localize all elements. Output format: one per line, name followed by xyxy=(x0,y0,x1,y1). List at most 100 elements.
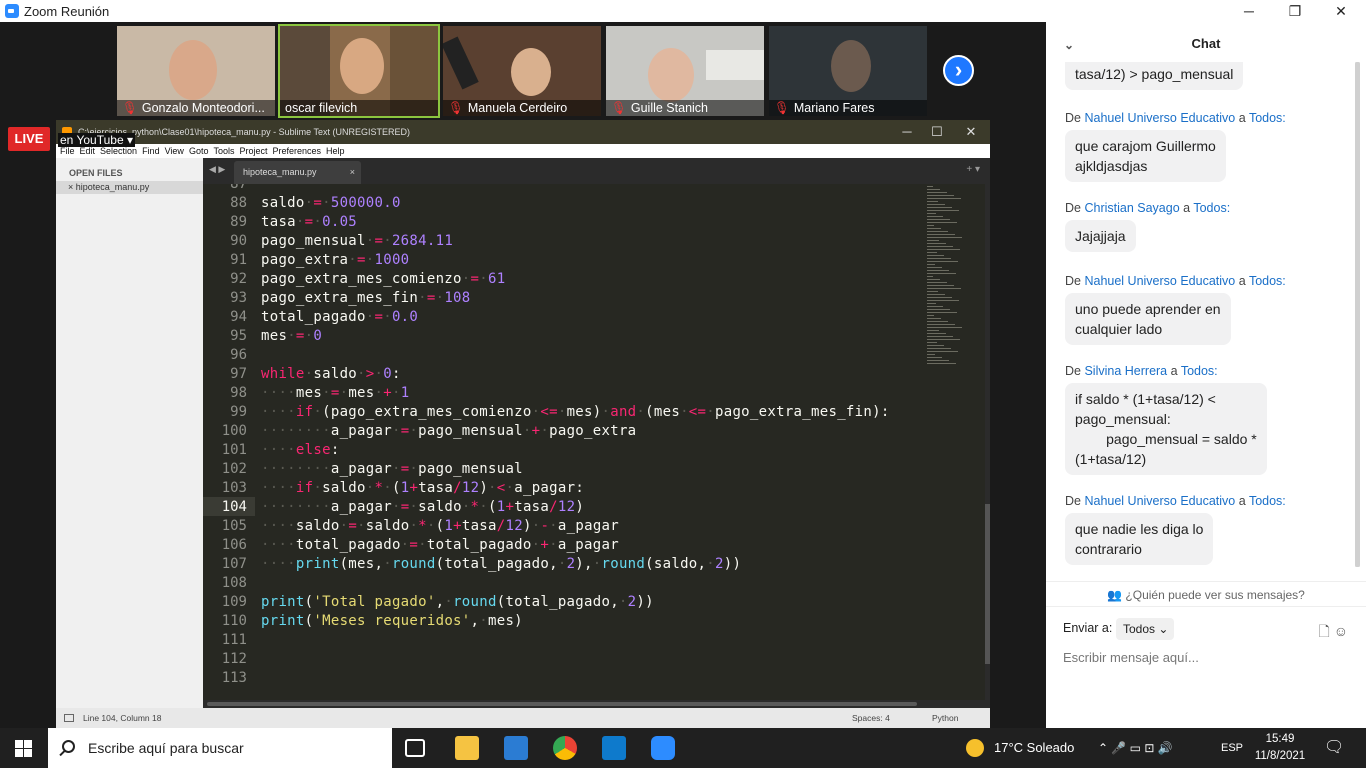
weather-text[interactable]: 17°C Soleado xyxy=(994,728,1074,768)
chat-sender: De Nahuel Universo Educativo a Todos: xyxy=(1065,494,1286,508)
live-badge[interactable]: LIVE xyxy=(8,127,50,151)
chat-message[interactable]: Jajajjaja xyxy=(1065,220,1136,252)
line-number: 111 xyxy=(221,632,247,648)
line-number: 95 xyxy=(230,328,247,344)
line-gutter: 87 88 89 90 91 92 93 94 95 96 97 98 99 100 101 102 103 10… xyxy=(203,184,255,708)
chrome-icon[interactable] xyxy=(553,736,577,760)
taskbar-search[interactable]: Escribe aquí para buscar xyxy=(48,728,392,768)
notifications-icon[interactable]: 🗨 xyxy=(1324,728,1344,768)
tab-bar: ◀ ▶ hipoteca_manu.py × + ▾ xyxy=(203,158,990,184)
mic-muted-icon: 🎙 xyxy=(611,101,627,115)
menu-help[interactable]: Help xyxy=(326,146,345,156)
file-icon[interactable]: 🗋 xyxy=(1319,623,1330,639)
file-explorer-icon[interactable] xyxy=(455,736,479,760)
sublime-close-button[interactable]: ✕ xyxy=(956,120,986,144)
vscode-icon[interactable] xyxy=(602,736,626,760)
menu-tools[interactable]: Tools xyxy=(213,146,234,156)
participant-tile[interactable]: 🎙 Manuela Cerdeiro xyxy=(443,26,601,116)
restore-button[interactable]: ❐ xyxy=(1280,1,1310,21)
participant-tile[interactable]: 🎙 Mariano Fares xyxy=(769,26,927,116)
chat-scrollbar[interactable] xyxy=(1355,62,1360,567)
menu-edit[interactable]: Edit xyxy=(80,146,96,156)
minimap[interactable] xyxy=(923,184,985,708)
tab-close-icon[interactable]: × xyxy=(350,161,355,184)
line-number: 87 xyxy=(230,184,247,192)
panel-toggle-icon[interactable] xyxy=(64,714,74,722)
code-line: ····if·(pago_extra_mes_comienzo·<=·mes)·… xyxy=(261,404,890,420)
menu-project[interactable]: Project xyxy=(239,146,267,156)
participant-name: 🎙 Manuela Cerdeiro xyxy=(443,100,601,116)
participant-tile[interactable]: oscar filevich xyxy=(278,24,440,118)
clock[interactable]: 15:49 11/8/2021 xyxy=(1254,731,1306,765)
chat-message[interactable]: if saldo * (1+tasa/12) < pago_mensual: p… xyxy=(1065,383,1267,475)
tab-controls[interactable]: + ▾ xyxy=(966,164,980,175)
minimize-button[interactable]: ─ xyxy=(1234,1,1264,21)
line-number: 106 xyxy=(221,537,247,553)
zoom-logo-icon xyxy=(5,4,19,18)
chat-sender: De Nahuel Universo Educativo a Todos: xyxy=(1065,111,1286,125)
line-number: 88 xyxy=(230,195,247,211)
mail-icon[interactable] xyxy=(504,736,528,760)
chat-input[interactable]: Escribir mensaje aquí... xyxy=(1063,650,1199,665)
tab-hipoteca[interactable]: hipoteca_manu.py × xyxy=(234,161,361,184)
menu-selection[interactable]: Selection xyxy=(100,146,137,156)
code-line: pago_extra_mes_fin·=·108 xyxy=(261,290,471,306)
windows-start-icon[interactable] xyxy=(15,740,32,757)
emoji-icon[interactable]: ☺ xyxy=(1334,623,1348,639)
clock-time: 15:49 xyxy=(1265,733,1295,745)
language-indicator[interactable]: ESP xyxy=(1221,728,1243,768)
status-bar: Line 104, Column 18 Spaces: 4 Python xyxy=(56,708,990,728)
line-number: 94 xyxy=(230,309,247,325)
sublime-maximize-button[interactable]: ☐ xyxy=(922,120,952,144)
tab-label: hipoteca_manu.py xyxy=(243,167,317,177)
sublime-minimize-button[interactable]: ─ xyxy=(892,120,922,144)
code-line: pago_extra·=·1000 xyxy=(261,252,410,268)
status-indentation[interactable]: Spaces: 4 xyxy=(852,708,890,728)
line-number: 102 xyxy=(221,461,247,477)
code-line: ····print(mes,·round(total_pagado,·2),·r… xyxy=(261,556,742,572)
clock-date: 11/8/2021 xyxy=(1254,750,1306,762)
youtube-channel-dropdown[interactable]: en YouTube ▾ xyxy=(58,133,135,147)
line-number: 98 xyxy=(230,385,247,401)
send-to-dropdown[interactable]: Todos ⌄ xyxy=(1116,618,1174,640)
menu-file[interactable]: File xyxy=(60,146,75,156)
sidebar-file-item[interactable]: × hipoteca_manu.py xyxy=(56,181,203,194)
next-page-button[interactable]: › xyxy=(943,55,974,86)
sublime-menubar: File Edit Selection Find View Goto Tools Projec… xyxy=(56,144,990,158)
horizontal-scrollbar[interactable] xyxy=(203,700,990,708)
vertical-scrollbar[interactable] xyxy=(985,184,990,708)
participant-tile[interactable]: 🎙 Gonzalo Monteodori... xyxy=(117,26,275,116)
menu-find[interactable]: Find xyxy=(142,146,160,156)
chat-message[interactable]: tasa/12) > pago_mensual xyxy=(1065,62,1244,90)
code-line: while·saldo·>·0: xyxy=(261,366,401,382)
participant-tile[interactable]: 🎙 Guille Stanich xyxy=(606,26,764,116)
code-line: print('Meses requeridos',·mes) xyxy=(261,613,523,629)
chat-message[interactable]: que carajom Guillermo ajkldjasdjas xyxy=(1065,130,1226,182)
code-editor[interactable]: 87 88 89 90 91 92 93 94 95 96 97 98 99 100 101 102 103 10… xyxy=(203,184,923,708)
menu-preferences[interactable]: Preferences xyxy=(272,146,321,156)
code-line: ········a_pagar·=·pago_mensual·+·pago_ex… xyxy=(261,423,637,439)
status-syntax[interactable]: Python xyxy=(932,708,958,728)
chat-sender: De Christian Sayago a Todos: xyxy=(1065,201,1231,215)
menu-goto[interactable]: Goto xyxy=(189,146,209,156)
code-line: ····total_pagado·=·total_pagado·+·a_paga… xyxy=(261,537,619,553)
chat-title: ⌄ Chat xyxy=(1046,22,1366,66)
chat-actions: 🗋 ☺ xyxy=(1319,621,1348,645)
tray-icons[interactable]: ⌃ 🎤 ▭ ⊡ 🔊 xyxy=(1098,728,1173,768)
tab-arrows-icon[interactable]: ◀ ▶ xyxy=(209,164,225,175)
task-view-icon[interactable] xyxy=(405,739,425,757)
code-line: total_pagado·=·0.0 xyxy=(261,309,419,325)
sublime-titlebar: C:\ejercicios_python\Clase01\hipoteca_ma… xyxy=(56,120,990,144)
close-button[interactable]: ✕ xyxy=(1326,1,1356,21)
code-line: mes·=·0 xyxy=(261,328,323,344)
line-number: 101 xyxy=(221,442,247,458)
chat-message[interactable]: uno puede aprender en cualquier lado xyxy=(1065,293,1231,345)
line-number: 100 xyxy=(221,423,247,439)
code-line: ········a_pagar·=·pago_mensual xyxy=(261,461,523,477)
chat-message[interactable]: que nadie les diga lo contrarario xyxy=(1065,513,1214,565)
menu-view[interactable]: View xyxy=(165,146,184,156)
participant-name: oscar filevich xyxy=(280,100,438,116)
who-can-see-link[interactable]: 👥 ¿Quién puede ver sus mensajes? xyxy=(1046,581,1366,607)
participant-name: 🎙 Mariano Fares xyxy=(769,100,927,116)
zoom-taskbar-icon[interactable] xyxy=(651,736,675,760)
